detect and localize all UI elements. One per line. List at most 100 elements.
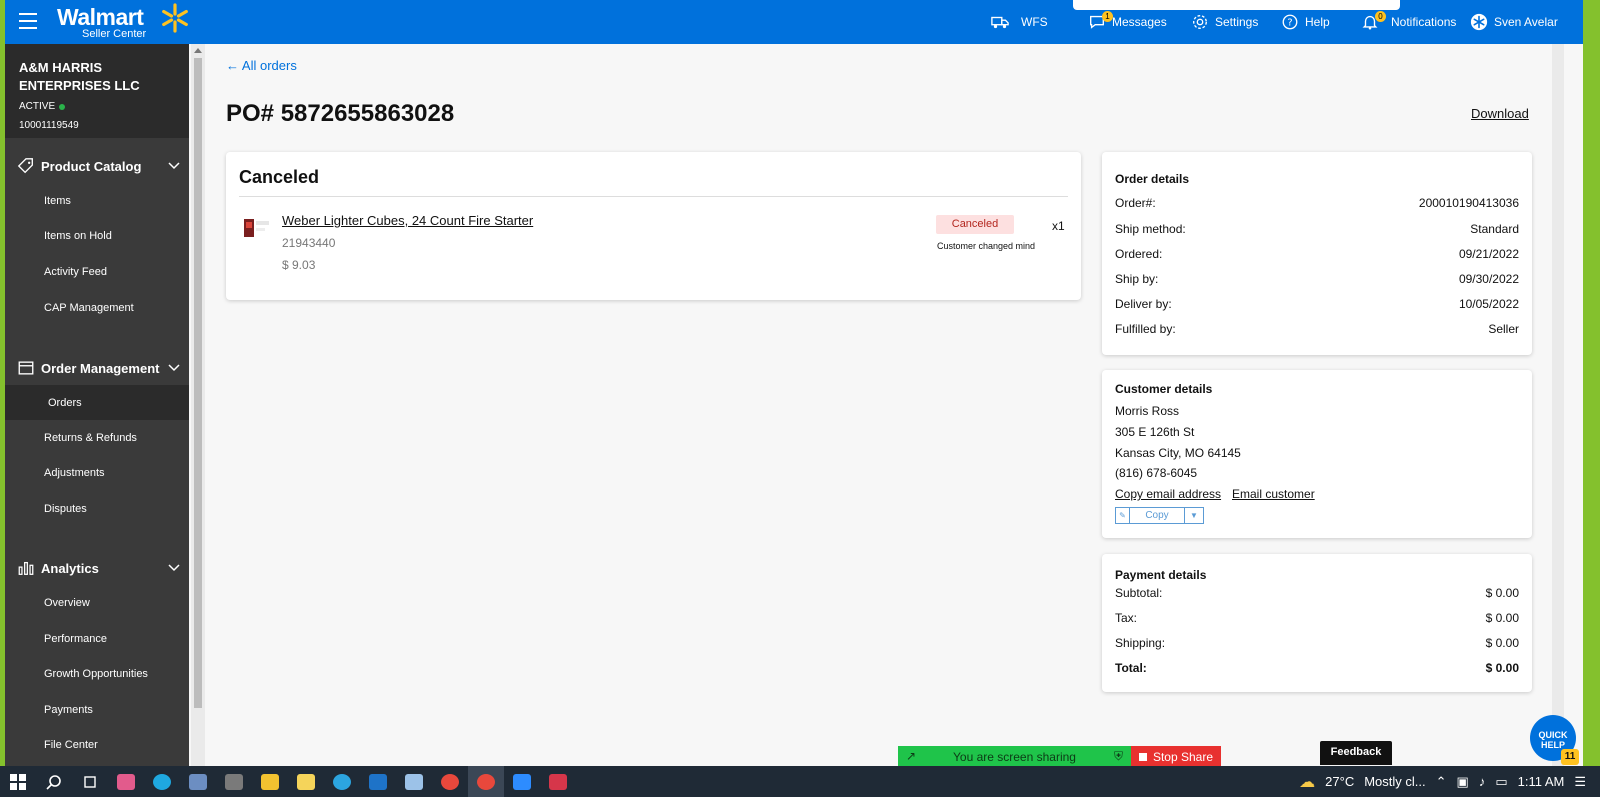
sidebar-scrollbar[interactable] — [191, 44, 205, 766]
item-sku: 21943440 — [282, 236, 336, 250]
nav-help[interactable]: ? Help — [1281, 0, 1330, 44]
sidebar-item-items[interactable]: Items — [5, 183, 189, 218]
nav-settings[interactable]: Settings — [1191, 0, 1258, 44]
divider — [239, 196, 1068, 197]
notepad-icon[interactable] — [396, 766, 432, 797]
file-explorer-icon[interactable] — [252, 766, 288, 797]
back-to-all-orders-link[interactable]: ← All orders — [226, 58, 297, 73]
nav-wfs[interactable]: WFS — [991, 0, 1048, 44]
stop-icon — [1138, 753, 1147, 761]
brand-name: Walmart — [57, 4, 144, 30]
payment-details-title: Payment details — [1115, 568, 1207, 582]
payment-total-row: Total: $ 0.00 — [1115, 661, 1519, 675]
customer-address-line2: Kansas City, MO 64145 — [1115, 446, 1241, 460]
copy-button[interactable]: Copy — [1130, 508, 1185, 523]
walmart-logo[interactable]: Walmart Seller Center — [57, 3, 188, 40]
order-details-title: Order details — [1115, 172, 1190, 186]
scrollbar-thumb[interactable] — [194, 58, 202, 708]
sidebar-item-activity-feed[interactable]: Activity Feed — [5, 254, 189, 289]
copy-email-link[interactable]: Copy email address — [1115, 487, 1221, 501]
telegram-icon[interactable] — [324, 766, 360, 797]
hamburger-menu-icon[interactable] — [19, 13, 37, 29]
sidebar-item-growth-opportunities[interactable]: Growth Opportunities — [5, 656, 189, 691]
store-app-icon[interactable] — [288, 766, 324, 797]
calculator-icon[interactable] — [216, 766, 252, 797]
sharing-text: You are screen sharing — [953, 750, 1076, 764]
order-detail-row: Deliver by: 10/05/2022 — [1115, 297, 1519, 311]
weather-temp[interactable]: 27°C — [1325, 774, 1354, 789]
copy-split-button[interactable]: ✎ Copy ▼ — [1115, 507, 1204, 524]
paint3d-app-icon[interactable] — [180, 766, 216, 797]
chrome-active-window-icon[interactable] — [468, 766, 504, 797]
meet-now-icon[interactable]: ▣ — [1457, 774, 1469, 790]
row-value: $ 0.00 — [1485, 661, 1519, 675]
clock[interactable]: 1:11 AM — [1518, 774, 1565, 789]
scroll-up-icon[interactable] — [194, 48, 202, 53]
zoom-app-icon[interactable] — [504, 766, 540, 797]
weather-description[interactable]: Mostly cl... — [1364, 774, 1425, 789]
nav-messages[interactable]: Messages — [1088, 0, 1167, 44]
task-view-icon[interactable] — [72, 766, 108, 797]
item-quantity: x1 — [1052, 219, 1065, 233]
status-dot-icon — [59, 103, 66, 110]
customer-phone: (816) 678-6045 — [1115, 466, 1198, 480]
sidebar-item-performance[interactable]: Performance — [5, 621, 189, 656]
chevron-down-icon — [168, 564, 180, 572]
download-link[interactable]: Download — [1471, 106, 1529, 121]
row-label: Order#: — [1115, 196, 1156, 210]
notification-center-icon[interactable]: ☰ — [1574, 774, 1586, 790]
messages-badge: 1 — [1102, 11, 1113, 22]
sidebar-item-items-on-hold[interactable]: Items on Hold — [5, 218, 189, 253]
search-icon[interactable] — [36, 766, 72, 797]
mail-icon[interactable] — [360, 766, 396, 797]
cancel-reason: Customer changed mind — [937, 241, 1036, 251]
nav-notifications[interactable]: Notifications — [1361, 0, 1456, 44]
status-badge: Canceled — [936, 215, 1014, 234]
chrome-browser-icon[interactable] — [432, 766, 468, 797]
quick-help-badge: 11 — [1561, 749, 1579, 765]
volume-icon[interactable]: ♪ — [1479, 774, 1486, 789]
sidebar-item-adjustments[interactable]: Adjustments — [5, 455, 189, 490]
chevron-down-icon[interactable]: ▼ — [1185, 508, 1203, 523]
sidebar-section-product-catalog[interactable]: Product Catalog — [5, 148, 189, 184]
row-value: Seller — [1488, 322, 1519, 336]
calendar-icon — [18, 361, 34, 375]
sidebar-item-cap-management[interactable]: CAP Management — [5, 290, 189, 325]
pin-icon[interactable]: ✎ — [1116, 508, 1130, 523]
paint-app-icon[interactable] — [108, 766, 144, 797]
row-label: Ship by: — [1115, 272, 1159, 286]
sidebar-item-overview[interactable]: Overview — [5, 585, 189, 620]
org-id: 10001119549 — [19, 120, 79, 131]
item-name-link[interactable]: Weber Lighter Cubes, 24 Count Fire Start… — [282, 213, 533, 228]
grid-app-icon[interactable] — [540, 766, 576, 797]
browser-page: Walmart Seller Center WFS Messages 1 Set… — [5, 0, 1583, 766]
feedback-button[interactable]: Feedback — [1320, 741, 1392, 765]
stop-share-label: Stop Share — [1152, 750, 1214, 764]
status-card-title: Canceled — [239, 167, 320, 187]
network-icon[interactable]: ▭ — [1495, 774, 1507, 790]
sidebar-item-file-center[interactable]: File Center — [5, 727, 189, 762]
screen-sharing-indicator[interactable]: ↗ You are screen sharing ⛨ — [898, 746, 1131, 768]
payment-row: Tax: $ 0.00 — [1115, 611, 1519, 625]
weather-icon: ☁ — [1299, 773, 1316, 791]
sidebar-item-payments[interactable]: Payments — [5, 692, 189, 727]
chevron-up-icon[interactable]: ⌃ — [1436, 774, 1447, 790]
sidebar-section-analytics[interactable]: Analytics — [5, 550, 189, 586]
stop-share-button[interactable]: Stop Share — [1131, 746, 1221, 768]
email-customer-link[interactable]: Email customer — [1232, 487, 1315, 501]
row-value: $ 0.00 — [1485, 611, 1519, 625]
product-thumbnail[interactable] — [242, 215, 272, 243]
system-tray: ☁ 27°C Mostly cl... ⌃ ▣ ♪ ▭ 1:11 AM ☰ — [1299, 766, 1600, 797]
order-detail-row: Ship by: 09/30/2022 — [1115, 272, 1519, 286]
nav-help-label: Help — [1305, 15, 1330, 29]
nav-settings-label: Settings — [1215, 15, 1259, 29]
row-label: Tax: — [1115, 611, 1138, 625]
sidebar-section-order-management[interactable]: Order Management — [5, 350, 189, 386]
sidebar-item-returns-refunds[interactable]: Returns & Refunds — [5, 420, 189, 455]
page-scrollbar[interactable] — [1552, 44, 1564, 766]
edge-browser-icon[interactable] — [144, 766, 180, 797]
nav-user[interactable]: Sven Avelar — [1470, 0, 1558, 44]
sidebar-item-orders[interactable]: Orders — [5, 385, 189, 420]
windows-start-icon[interactable] — [0, 766, 36, 797]
sidebar-item-disputes[interactable]: Disputes — [5, 491, 189, 526]
